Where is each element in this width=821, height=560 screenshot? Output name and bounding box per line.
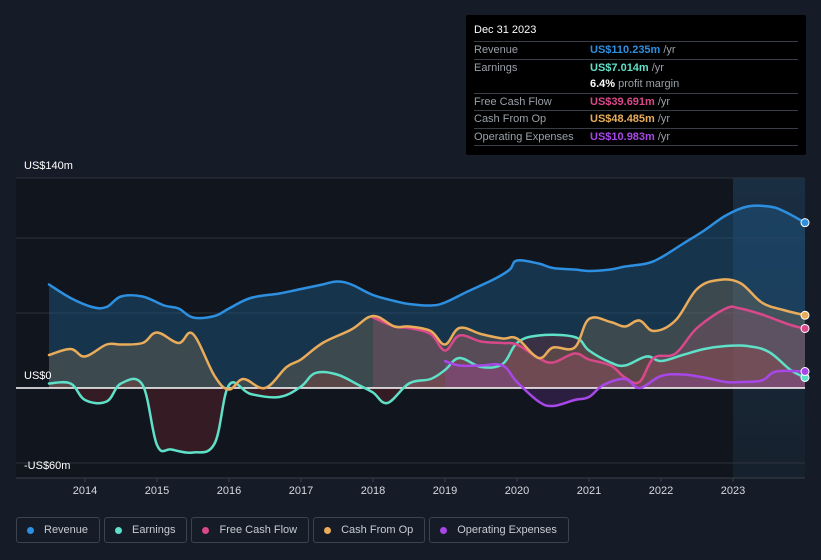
tooltip-label: Cash From Op <box>474 113 547 125</box>
tooltip-value: US$39.691m <box>590 95 655 108</box>
tooltip-label: Free Cash Flow <box>474 95 552 108</box>
legend-label: Revenue <box>44 524 89 536</box>
legend-label: Free Cash Flow <box>219 524 298 536</box>
tooltip-value: US$110.235m <box>590 44 661 56</box>
legend-dot-icon <box>27 526 34 534</box>
tooltip-value: 6.4% <box>590 78 616 90</box>
tooltip-unit: /yr <box>657 113 671 125</box>
tooltip-value: US$48.485m <box>590 113 655 125</box>
legend-label: Earnings <box>132 524 176 536</box>
legend-item-operating-expenses[interactable]: Operating Expenses <box>429 517 569 543</box>
legend-item-free-cash-flow[interactable]: Free Cash Flow <box>191 517 310 543</box>
tooltip-label: Revenue <box>474 44 519 56</box>
tooltip-label: Earnings <box>474 61 518 74</box>
end-marker-free-cash-flow[interactable] <box>800 323 810 333</box>
tooltip-unit: /yr <box>651 61 664 74</box>
x-tick-label: 2017 <box>288 485 314 497</box>
legend-item-earnings[interactable]: Earnings <box>104 517 188 543</box>
x-tick-label: 2022 <box>648 485 674 497</box>
legend-dot-icon <box>324 526 332 534</box>
tooltip-row-earnings: Earnings US$7.014m /yr <box>474 60 798 77</box>
end-marker-cash-from-op[interactable] <box>800 310 810 320</box>
tooltip-value: US$7.014m <box>590 61 649 74</box>
tooltip-unit: /yr <box>657 130 671 143</box>
tooltip-value: US$10.983m <box>590 130 655 143</box>
tooltip-row-free-cash-flow: Free Cash Flow US$39.691m /yr <box>474 94 798 111</box>
legend-item-cash-from-op[interactable]: Cash From Op <box>313 517 426 543</box>
tooltip-unit: /yr <box>657 95 671 108</box>
y-tick-label-top: US$140m <box>24 160 73 172</box>
tooltip-row-cash-from-op: Cash From Op US$48.485m /yr <box>474 111 798 129</box>
end-marker-revenue[interactable] <box>800 218 810 228</box>
end-marker-operating-expenses[interactable] <box>800 367 810 377</box>
x-tick-label: 2019 <box>432 485 458 497</box>
tooltip-unit: /yr <box>663 44 676 56</box>
legend: Revenue Earnings Free Cash Flow Cash Fro… <box>16 517 569 543</box>
tooltip-label <box>474 76 590 93</box>
x-tick-label: 2020 <box>504 485 530 497</box>
x-tick-label: 2023 <box>720 485 746 497</box>
legend-dot-icon <box>202 526 210 534</box>
tooltip-row-profit-margin: 6.4% profit margin <box>474 76 798 94</box>
x-tick-label: 2015 <box>144 485 170 497</box>
legend-dot-icon <box>115 526 123 534</box>
legend-item-revenue[interactable]: Revenue <box>16 517 101 543</box>
tooltip-label: Operating Expenses <box>474 130 574 143</box>
y-tick-label-zero: US$0 <box>24 370 52 382</box>
legend-dot-icon <box>440 526 448 534</box>
tooltip-unit: profit margin <box>618 78 680 90</box>
x-tick-label: 2021 <box>576 485 602 497</box>
y-tick-label-bottom: -US$60m <box>24 460 71 472</box>
x-tick-label: 2014 <box>72 485 98 497</box>
legend-label: Cash From Op <box>341 524 414 536</box>
x-tick-label: 2018 <box>360 485 386 497</box>
legend-label: Operating Expenses <box>457 524 557 536</box>
tooltip-row-revenue: Revenue US$110.235m /yr <box>474 42 798 60</box>
tooltip-panel: Dec 31 2023 Revenue US$110.235m /yr Earn… <box>466 15 806 155</box>
tooltip-row-operating-expenses: Operating Expenses US$10.983m /yr <box>474 129 798 146</box>
tooltip-date: Dec 31 2023 <box>474 24 798 42</box>
x-tick-label: 2016 <box>216 485 242 497</box>
